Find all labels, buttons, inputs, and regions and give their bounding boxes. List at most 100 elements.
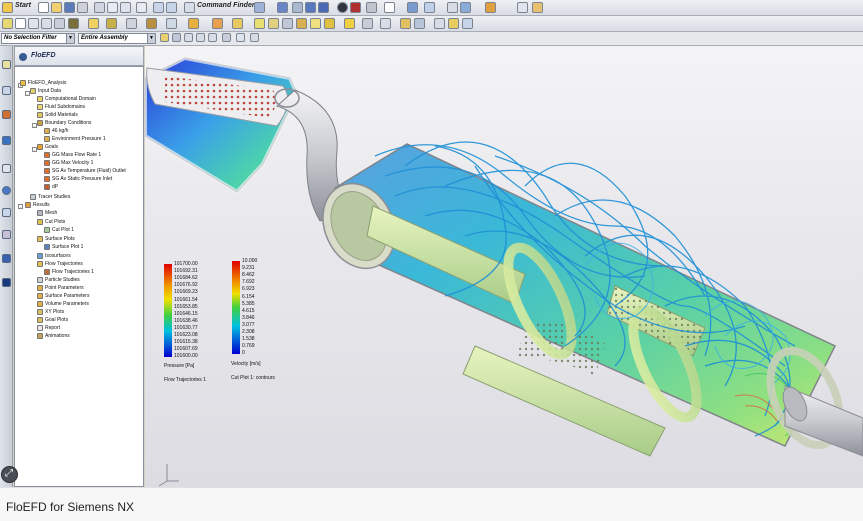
boss-icon[interactable]: [68, 18, 79, 29]
simulation-icon[interactable]: [232, 18, 243, 29]
tree-item[interactable]: Goals: [37, 143, 58, 151]
tree-item[interactable]: SG Av Temperature (Fluid) Outlet: [44, 167, 126, 175]
boundary-tool-icon[interactable]: [296, 18, 307, 29]
reuse-library-icon[interactable]: [2, 164, 11, 173]
view-orient-icon[interactable]: [318, 2, 329, 13]
report-tool-icon[interactable]: [434, 18, 445, 29]
selection-filter-select[interactable]: No Selection Filter ▼: [1, 33, 75, 44]
curve-rule-icon[interactable]: [196, 33, 205, 42]
revolve-icon[interactable]: [41, 18, 52, 29]
cut-plot-tool-icon[interactable]: [362, 18, 373, 29]
tree-item[interactable]: Flow Trajectories 1: [44, 268, 94, 276]
web-browser-icon[interactable]: [2, 230, 11, 239]
hide-icon[interactable]: [424, 2, 435, 13]
expand-image-button[interactable]: ⤢: [1, 466, 18, 483]
intent-icon[interactable]: [184, 33, 193, 42]
animation-tool-icon[interactable]: [448, 18, 459, 29]
tree-item[interactable]: Mesh: [37, 209, 57, 217]
tree-item[interactable]: Fluid Subdomains: [37, 103, 85, 111]
mesh-tool-icon[interactable]: [212, 18, 223, 29]
measure-icon[interactable]: [447, 2, 458, 13]
rotate-icon[interactable]: [305, 2, 316, 13]
layers-icon[interactable]: [384, 2, 395, 13]
display-icon[interactable]: [407, 2, 418, 13]
snap-icon[interactable]: [532, 2, 543, 13]
system-materials-icon[interactable]: [2, 208, 11, 217]
start-button[interactable]: Start: [15, 2, 31, 9]
floefd-navigator-icon[interactable]: [2, 136, 11, 145]
face-rule-icon[interactable]: [208, 33, 217, 42]
tree-item[interactable]: Flow Trajectories: [37, 260, 83, 268]
snap-settings-icon[interactable]: [250, 33, 259, 42]
tree-item[interactable]: Tracer Studies: [30, 193, 70, 201]
select-icon[interactable]: [254, 2, 265, 13]
tree-item[interactable]: Cut Plots: [37, 218, 65, 226]
assembly-icon[interactable]: [88, 18, 99, 29]
process-studio-icon[interactable]: [2, 254, 11, 263]
tree-item[interactable]: Point Parameters: [37, 284, 84, 292]
goal-tool-icon[interactable]: [310, 18, 321, 29]
undo-icon[interactable]: [153, 2, 164, 13]
part-navigator-icon[interactable]: [2, 110, 11, 119]
sketch-line-icon[interactable]: [2, 18, 13, 29]
new-part-icon[interactable]: [15, 18, 26, 29]
redo-icon[interactable]: [166, 2, 177, 13]
history-icon[interactable]: [2, 186, 11, 195]
drafting-icon[interactable]: [188, 18, 199, 29]
tree-item[interactable]: Volume Parameters: [37, 300, 89, 308]
floefd-analysis-tree[interactable]: - - - - - FloEFD_Analysis Input Data Com…: [14, 66, 144, 487]
hole-icon[interactable]: [54, 18, 65, 29]
snap-point-icon[interactable]: [172, 33, 181, 42]
grid-icon[interactable]: [517, 2, 528, 13]
tree-item[interactable]: dP: [44, 183, 58, 191]
options-icon[interactable]: [462, 18, 473, 29]
tree-item[interactable]: 46 kg/h: [44, 127, 68, 135]
command-finder-button[interactable]: Command Finder: [197, 2, 255, 9]
paste-icon[interactable]: [120, 2, 131, 13]
tree-item[interactable]: GG Max Velocity 1: [44, 159, 93, 167]
tree-item[interactable]: Animations: [37, 332, 70, 340]
tree-item[interactable]: SG Av Static Pressure Inlet: [44, 175, 112, 183]
delete-icon[interactable]: [136, 2, 147, 13]
sketch-icon[interactable]: [485, 2, 496, 13]
tree-item[interactable]: Surface Plot 1: [44, 243, 83, 251]
surface-icon[interactable]: [146, 18, 157, 29]
tree-item[interactable]: Environment Pressure 1: [44, 135, 106, 143]
section-view-icon[interactable]: [350, 2, 361, 13]
copy-icon[interactable]: [107, 2, 118, 13]
analysis-tool-icon[interactable]: [460, 2, 471, 13]
fit-view-icon[interactable]: [277, 2, 288, 13]
assembly-scope-select[interactable]: Entire Assembly ▼: [78, 33, 156, 44]
transform-icon[interactable]: [166, 18, 177, 29]
open-folder-icon[interactable]: [51, 2, 62, 13]
extrude-icon[interactable]: [28, 18, 39, 29]
tree-item[interactable]: Surface Parameters: [37, 292, 89, 300]
tree-item[interactable]: Boundary Conditions: [37, 119, 91, 127]
tree-item[interactable]: Report: [37, 324, 60, 332]
graphics-window[interactable]: 101700.00 101692.31 101684.62 101676.92 1016…: [145, 46, 863, 487]
tree-item[interactable]: FloEFD_Analysis: [20, 79, 66, 87]
tree-item[interactable]: Input Data: [30, 87, 61, 95]
tree-item[interactable]: Cut Plot 1: [44, 226, 74, 234]
tree-item[interactable]: XY Plots: [37, 308, 64, 316]
deselect-icon[interactable]: [236, 33, 245, 42]
tree-item[interactable]: Isosurfaces: [37, 252, 71, 260]
tree-item[interactable]: Particle Studies: [37, 276, 80, 284]
tree-item[interactable]: Solid Materials: [37, 111, 78, 119]
surface-plot-tool-icon[interactable]: [380, 18, 391, 29]
render-style-icon[interactable]: [337, 2, 348, 13]
tree-item[interactable]: Computational Domain: [37, 95, 96, 103]
constraint-icon[interactable]: [106, 18, 117, 29]
constraint-navigator-icon[interactable]: [2, 86, 11, 95]
assembly-navigator-icon[interactable]: [2, 60, 11, 69]
run-icon[interactable]: [324, 18, 335, 29]
general-settings-icon[interactable]: [268, 18, 279, 29]
zoom-icon[interactable]: [292, 2, 303, 13]
domain-tool-icon[interactable]: [282, 18, 293, 29]
print-icon[interactable]: [77, 2, 88, 13]
xy-plot-tool-icon[interactable]: [414, 18, 425, 29]
collapse-toggle[interactable]: -: [18, 204, 23, 209]
filter-icon[interactable]: [160, 33, 169, 42]
command-finder-icon[interactable]: [184, 2, 195, 13]
tree-item[interactable]: Surface Plots: [37, 235, 75, 243]
